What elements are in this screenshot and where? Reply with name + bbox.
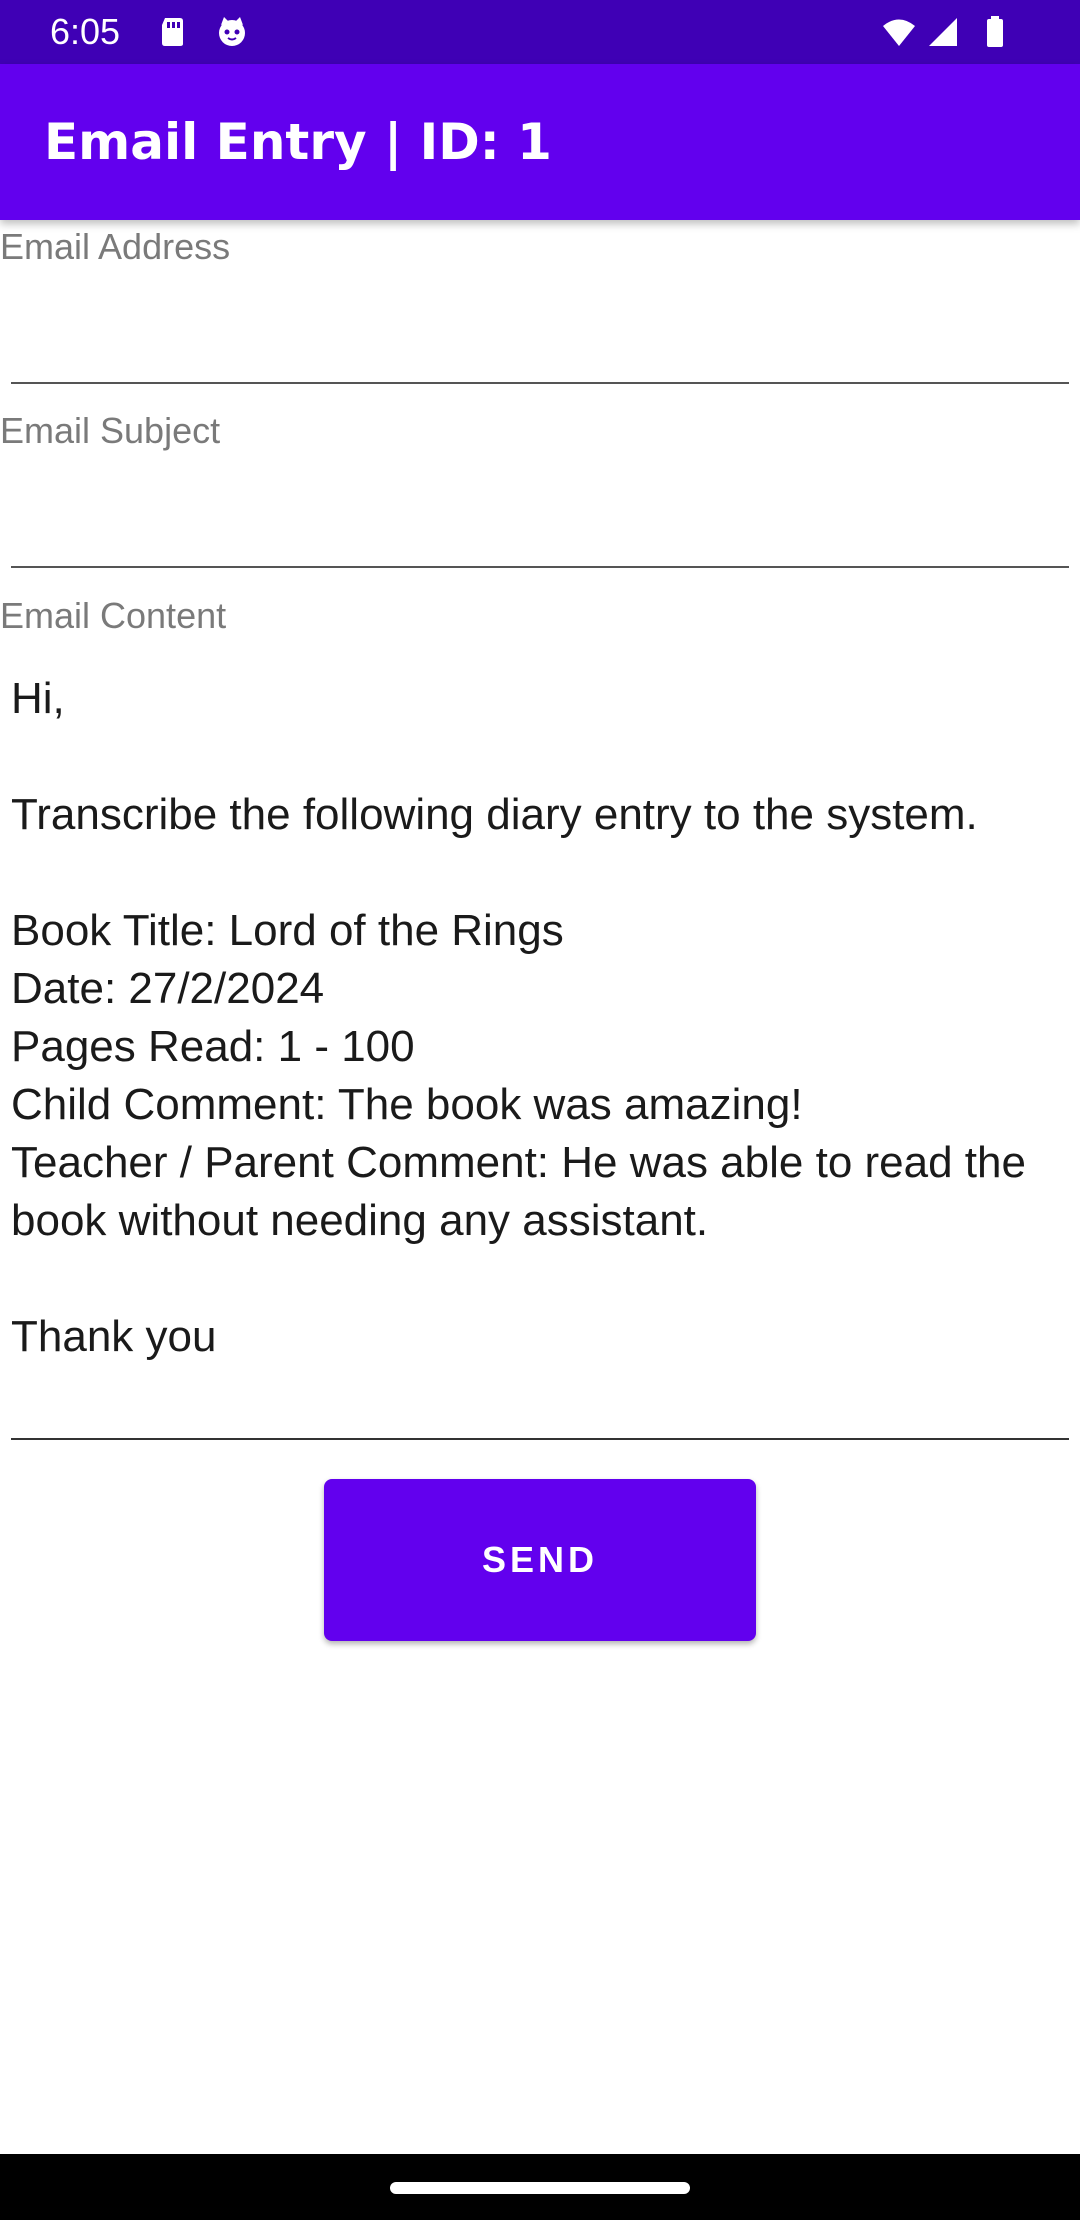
battery-icon	[987, 16, 1003, 47]
wifi-icon	[883, 19, 915, 46]
email-content-field[interactable]: Hi, Transcribe the following diary entry…	[11, 670, 1069, 1440]
email-subject-field[interactable]	[11, 490, 1069, 568]
status-time: 6:05	[50, 11, 121, 52]
email-address-field[interactable]	[11, 306, 1069, 384]
sd-card-icon	[162, 18, 183, 46]
app-bar: Email Entry | ID: 1	[0, 64, 1080, 220]
cat-icon	[219, 17, 245, 46]
email-content-label: Email Content	[0, 595, 227, 636]
email-subject-label: Email Subject	[0, 410, 221, 451]
send-button[interactable]: SEND	[324, 1479, 756, 1641]
email-address-label: Email Address	[0, 226, 231, 267]
signal-icon	[929, 18, 957, 46]
status-bar: 6:05	[0, 0, 1080, 64]
home-handle[interactable]	[390, 2182, 690, 2194]
page-title: Email Entry | ID: 1	[44, 113, 552, 171]
